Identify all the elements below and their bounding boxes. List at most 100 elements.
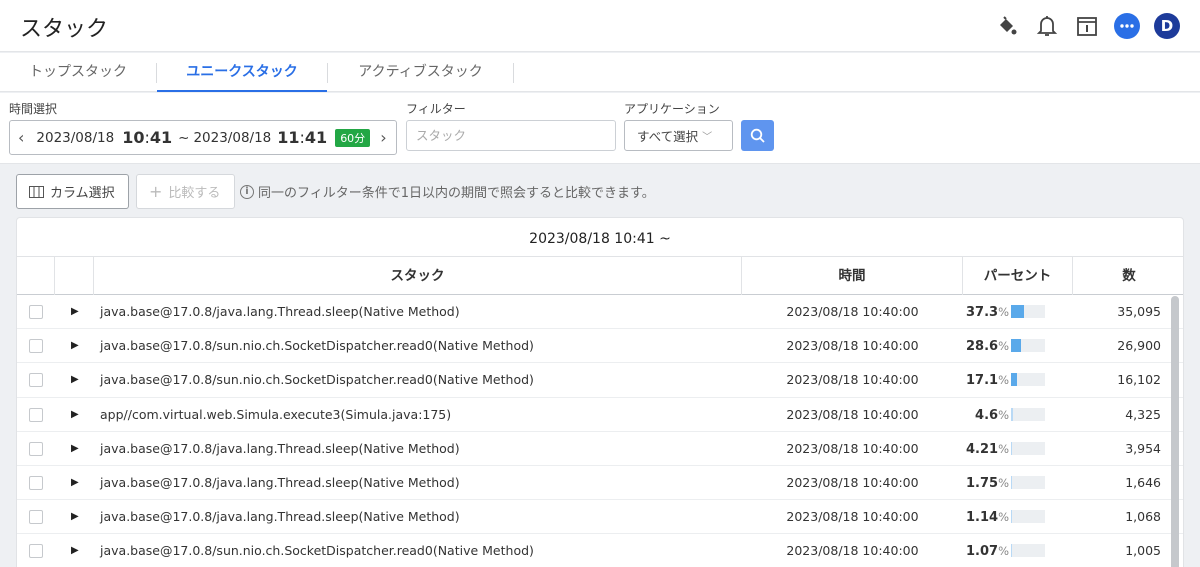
time-cell: 2023/08/18 10:40:00 xyxy=(786,338,919,354)
percent-sign: % xyxy=(998,510,1009,525)
stack-cell: java.base@17.0.8/sun.nio.ch.SocketDispat… xyxy=(100,338,534,354)
percent-bar xyxy=(1011,339,1045,353)
expand-triangle-icon[interactable]: ▶ xyxy=(71,363,79,397)
prev-time-icon[interactable]: ‹ xyxy=(18,128,24,147)
paint-bucket-icon[interactable] xyxy=(994,13,1020,39)
row-checkbox[interactable] xyxy=(29,544,43,559)
row-checkbox[interactable] xyxy=(29,339,43,354)
column-header-stack[interactable]: スタック xyxy=(94,257,742,295)
count-cell: 4,325 xyxy=(1125,406,1161,422)
percent-bar-fill xyxy=(1011,407,1013,421)
expand-triangle-icon[interactable]: ▶ xyxy=(71,534,79,567)
time-cell: 2023/08/18 10:40:00 xyxy=(786,474,919,490)
expand-triangle-icon[interactable]: ▶ xyxy=(71,329,79,363)
percent-bar xyxy=(1011,441,1045,455)
stack-table-panel: 2023/08/18 10:41 ~ スタック 時間 パーセント 数 ▶ java… xyxy=(16,217,1184,567)
stack-filter-input[interactable] xyxy=(406,120,616,151)
row-checkbox[interactable] xyxy=(29,475,43,490)
application-select[interactable]: すべて選択 ﹀ xyxy=(624,120,733,151)
percent-bar xyxy=(1011,475,1045,489)
notice-icon[interactable] xyxy=(1074,13,1100,39)
bell-icon[interactable] xyxy=(1034,13,1060,39)
percent-sign: % xyxy=(998,339,1009,354)
application-select-value: すべて選択 xyxy=(637,129,699,144)
tab-unique-stack[interactable]: ユニークスタック xyxy=(157,53,327,92)
percent-bar xyxy=(1011,373,1045,387)
percent-cell: 4.21% xyxy=(937,432,1009,467)
column-header-percent[interactable]: パーセント xyxy=(963,257,1073,295)
table-row[interactable]: ▶ java.base@17.0.8/sun.nio.ch.SocketDispa… xyxy=(17,329,1183,364)
table-row[interactable]: ▶ java.base@17.0.8/java.lang.Thread.sleep… xyxy=(17,432,1183,466)
percent-sign: % xyxy=(998,373,1009,388)
chat-icon[interactable] xyxy=(1114,13,1140,39)
expand-triangle-icon[interactable]: ▶ xyxy=(71,500,79,534)
stack-cell: java.base@17.0.8/java.lang.Thread.sleep(… xyxy=(100,509,460,525)
tab-active-stack[interactable]: アクティブスタック xyxy=(328,53,513,92)
time-range-picker[interactable]: ‹ 2023/08/18 10:41 ~ 2023/08/18 11:41 60… xyxy=(9,120,397,155)
percent-value: 17.1 xyxy=(965,373,999,389)
stack-cell: app//com.virtual.web.Simula.execute3(Sim… xyxy=(100,406,452,422)
table-row[interactable]: ▶ app//com.virtual.web.Simula.execute3(Si… xyxy=(17,398,1183,432)
table-row[interactable]: ▶ java.base@17.0.8/java.lang.Thread.sleep… xyxy=(17,466,1183,501)
expand-triangle-icon[interactable]: ▶ xyxy=(71,432,79,466)
table-row[interactable]: ▶ java.base@17.0.8/java.lang.Thread.sleep… xyxy=(17,500,1183,535)
time-cell: 2023/08/18 10:40:00 xyxy=(786,440,919,456)
application-label: アプリケーション xyxy=(624,102,720,116)
columns-icon xyxy=(29,185,44,198)
percent-cell: 4.6% xyxy=(937,398,1009,433)
row-checkbox[interactable] xyxy=(29,407,43,422)
percent-bar xyxy=(1011,305,1045,318)
compare-label: 比較する xyxy=(168,186,221,201)
percent-value: 4.21 xyxy=(965,441,999,457)
duration-badge[interactable]: 60分 xyxy=(335,128,371,147)
time-cell: 2023/08/18 10:40:00 xyxy=(786,543,919,559)
avatar[interactable]: D xyxy=(1154,13,1180,39)
column-header-time[interactable]: 時間 xyxy=(742,257,963,295)
percent-cell: 37.3% xyxy=(937,295,1009,330)
percent-cell: 28.6% xyxy=(937,329,1009,364)
stack-cell: java.base@17.0.8/java.lang.Thread.sleep(… xyxy=(100,440,460,456)
percent-cell: 1.14% xyxy=(937,500,1009,535)
compare-button[interactable]: + 比較する xyxy=(136,174,235,209)
stack-cell: java.base@17.0.8/java.lang.Thread.sleep(… xyxy=(100,474,460,490)
header-icons: D xyxy=(994,12,1180,40)
percent-bar-fill xyxy=(1011,305,1024,318)
count-cell: 16,102 xyxy=(1117,372,1161,388)
row-checkbox[interactable] xyxy=(29,441,43,456)
row-checkbox[interactable] xyxy=(29,510,43,525)
vertical-scrollbar[interactable] xyxy=(1171,296,1179,567)
search-button[interactable] xyxy=(741,120,774,151)
time-cell: 2023/08/18 10:40:00 xyxy=(786,509,919,525)
percent-sign: % xyxy=(998,305,1009,319)
time-cell: 2023/08/18 10:40:00 xyxy=(786,406,919,422)
table-title: 2023/08/18 10:41 ~ xyxy=(17,218,1183,257)
percent-value: 4.6 xyxy=(975,407,999,423)
table-body: ▶ java.base@17.0.8/java.lang.Thread.sleep… xyxy=(17,295,1183,567)
tab-top-stack[interactable]: トップスタック xyxy=(0,53,156,92)
table-row[interactable]: ▶ java.base@17.0.8/sun.nio.ch.SocketDispa… xyxy=(17,363,1183,398)
table-row[interactable]: ▶ java.base@17.0.8/sun.nio.ch.SocketDispa… xyxy=(17,534,1183,567)
expand-triangle-icon[interactable]: ▶ xyxy=(71,295,79,329)
compare-info-text: 同一のフィルター条件で1日以内の期間で照会すると比較できます。 xyxy=(258,186,655,201)
column-select-button[interactable]: カラム選択 xyxy=(16,174,129,209)
tab-bar: トップスタック ユニークスタック アクティブスタック xyxy=(0,53,1200,92)
start-minute: 41 xyxy=(149,128,173,147)
column-header-count[interactable]: 数 xyxy=(1073,257,1183,295)
row-checkbox[interactable] xyxy=(29,305,43,319)
percent-value: 28.6 xyxy=(965,339,999,355)
expand-triangle-icon[interactable]: ▶ xyxy=(71,398,79,432)
plus-icon: + xyxy=(149,182,163,201)
percent-value: 1.14 xyxy=(965,510,999,526)
percent-bar-fill xyxy=(1011,510,1012,524)
percent-bar xyxy=(1011,544,1045,558)
table-header: スタック 時間 パーセント 数 xyxy=(17,257,1183,295)
range-separator: ~ xyxy=(178,129,190,146)
percent-cell: 17.1% xyxy=(937,363,1009,398)
next-time-icon[interactable]: › xyxy=(380,128,386,147)
end-date: 2023/08/18 xyxy=(193,129,272,146)
stack-cell: java.base@17.0.8/sun.nio.ch.SocketDispat… xyxy=(100,372,534,388)
table-row[interactable]: ▶ java.base@17.0.8/java.lang.Thread.sleep… xyxy=(17,295,1183,330)
time-cell: 2023/08/18 10:40:00 xyxy=(786,304,919,319)
expand-triangle-icon[interactable]: ▶ xyxy=(71,466,79,500)
row-checkbox[interactable] xyxy=(29,373,43,388)
